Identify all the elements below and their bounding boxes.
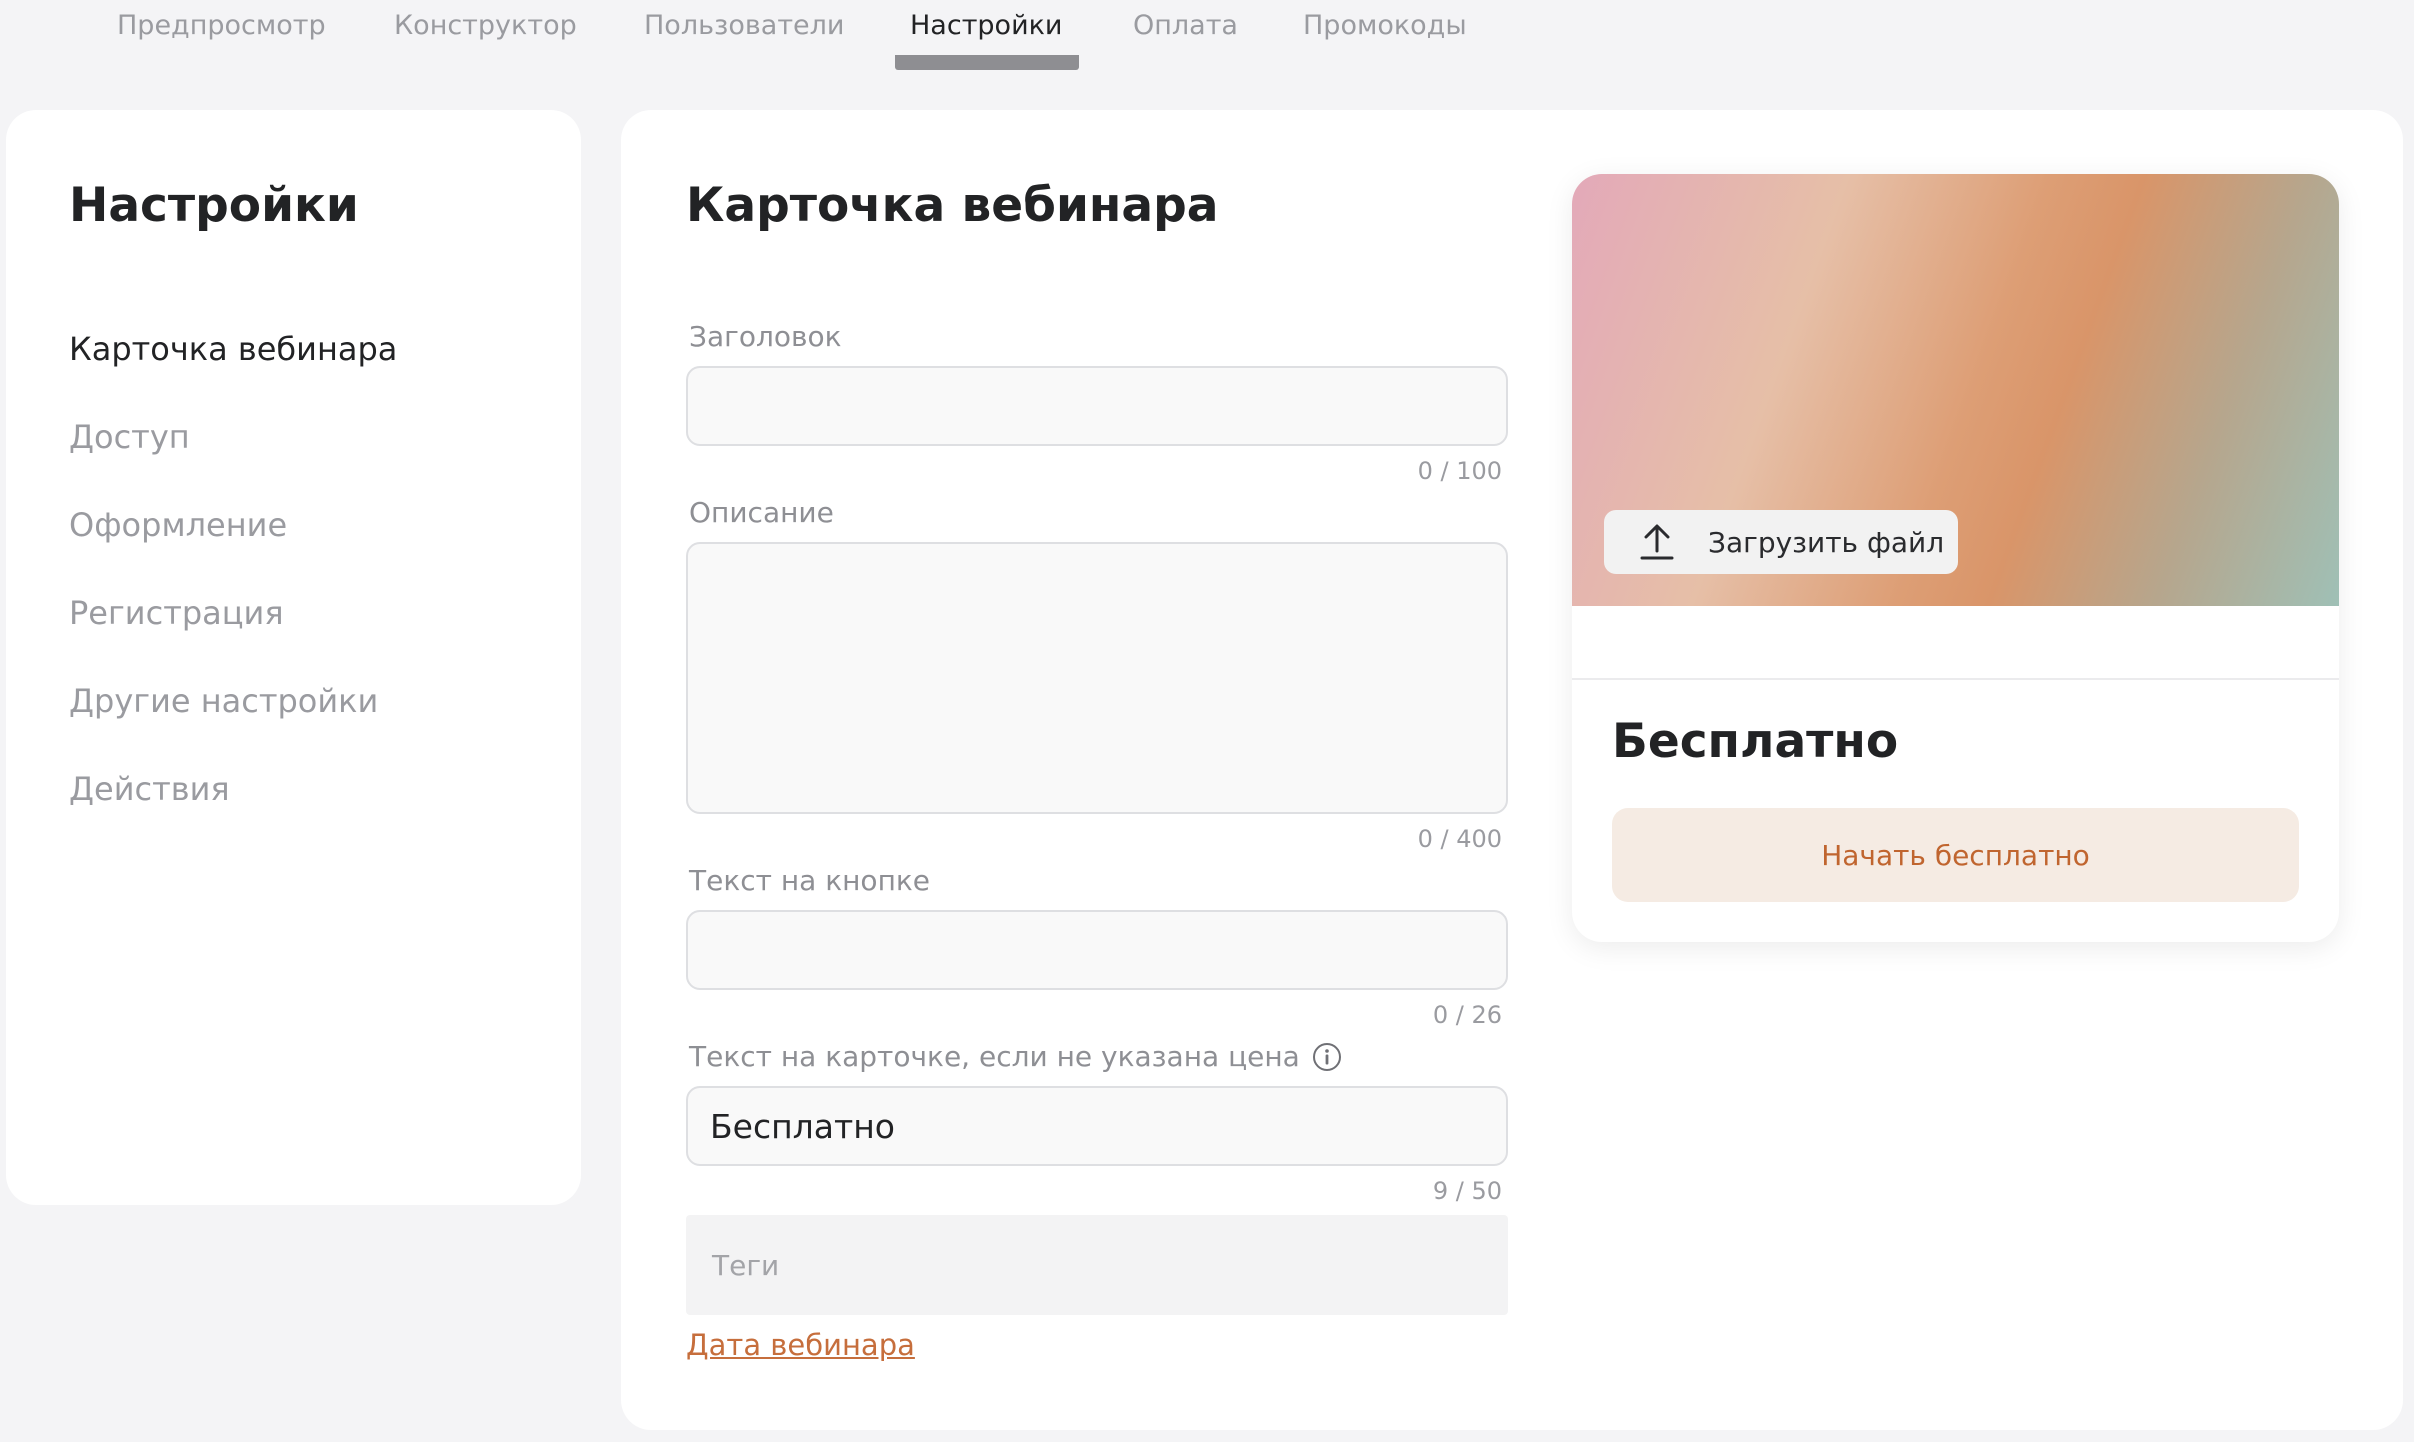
description-counter: 0 / 400 xyxy=(1417,825,1502,853)
card-text-label: Текст на карточке, если не указана цена xyxy=(689,1040,1300,1073)
tags-input[interactable]: Теги xyxy=(686,1215,1508,1315)
active-tab-indicator xyxy=(895,55,1079,70)
button-text-label: Текст на кнопке xyxy=(689,864,931,897)
sidebar-item-actions[interactable]: Действия xyxy=(69,770,230,808)
description-textarea[interactable] xyxy=(686,542,1508,814)
tab-users[interactable]: Пользователи xyxy=(644,10,844,41)
heading-counter: 0 / 100 xyxy=(1417,457,1502,485)
page-title: Карточка вебинара xyxy=(686,178,1219,233)
heading-label: Заголовок xyxy=(689,320,842,353)
webinar-card-preview: Загрузить файл Бесплатно Начать бесплатн… xyxy=(1572,174,2339,942)
top-tabs: Предпросмотр Конструктор Пользователи На… xyxy=(0,0,2414,72)
webinar-date-link[interactable]: Дата вебинара xyxy=(686,1328,915,1362)
tab-payment[interactable]: Оплата xyxy=(1133,10,1238,41)
start-free-button[interactable]: Начать бесплатно xyxy=(1612,808,2299,902)
info-icon[interactable] xyxy=(1312,1042,1342,1072)
card-text-label-row: Текст на карточке, если не указана цена xyxy=(689,1040,1342,1073)
upload-file-button[interactable]: Загрузить файл xyxy=(1604,510,1958,574)
sidebar-item-design[interactable]: Оформление xyxy=(69,506,287,544)
button-text-input[interactable] xyxy=(686,910,1508,990)
preview-divider xyxy=(1572,678,2339,680)
tab-preview[interactable]: Предпросмотр xyxy=(117,10,326,41)
card-text-input[interactable]: Бесплатно xyxy=(686,1086,1508,1166)
tab-settings[interactable]: Настройки xyxy=(910,10,1062,41)
sidebar-item-registration[interactable]: Регистрация xyxy=(69,594,284,632)
upload-file-label: Загрузить файл xyxy=(1708,525,1945,559)
heading-input[interactable] xyxy=(686,366,1508,446)
cover-image: Загрузить файл xyxy=(1572,174,2339,606)
sidebar-title: Настройки xyxy=(69,178,359,233)
sidebar-item-other-settings[interactable]: Другие настройки xyxy=(69,682,378,720)
webinar-card-panel: Карточка вебинара Заголовок 0 / 100 Опис… xyxy=(621,110,2403,1430)
tab-constructor[interactable]: Конструктор xyxy=(394,10,577,41)
preview-price: Бесплатно xyxy=(1612,714,1899,769)
settings-sidebar: Настройки Карточка вебинара Доступ Оформ… xyxy=(6,110,581,1205)
sidebar-item-webinar-card[interactable]: Карточка вебинара xyxy=(69,330,397,368)
tab-promocodes[interactable]: Промокоды xyxy=(1303,10,1467,41)
upload-icon xyxy=(1640,524,1674,560)
card-text-counter: 9 / 50 xyxy=(1432,1177,1502,1205)
sidebar-item-access[interactable]: Доступ xyxy=(69,418,190,456)
description-label: Описание xyxy=(689,496,834,529)
button-text-counter: 0 / 26 xyxy=(1432,1001,1502,1029)
